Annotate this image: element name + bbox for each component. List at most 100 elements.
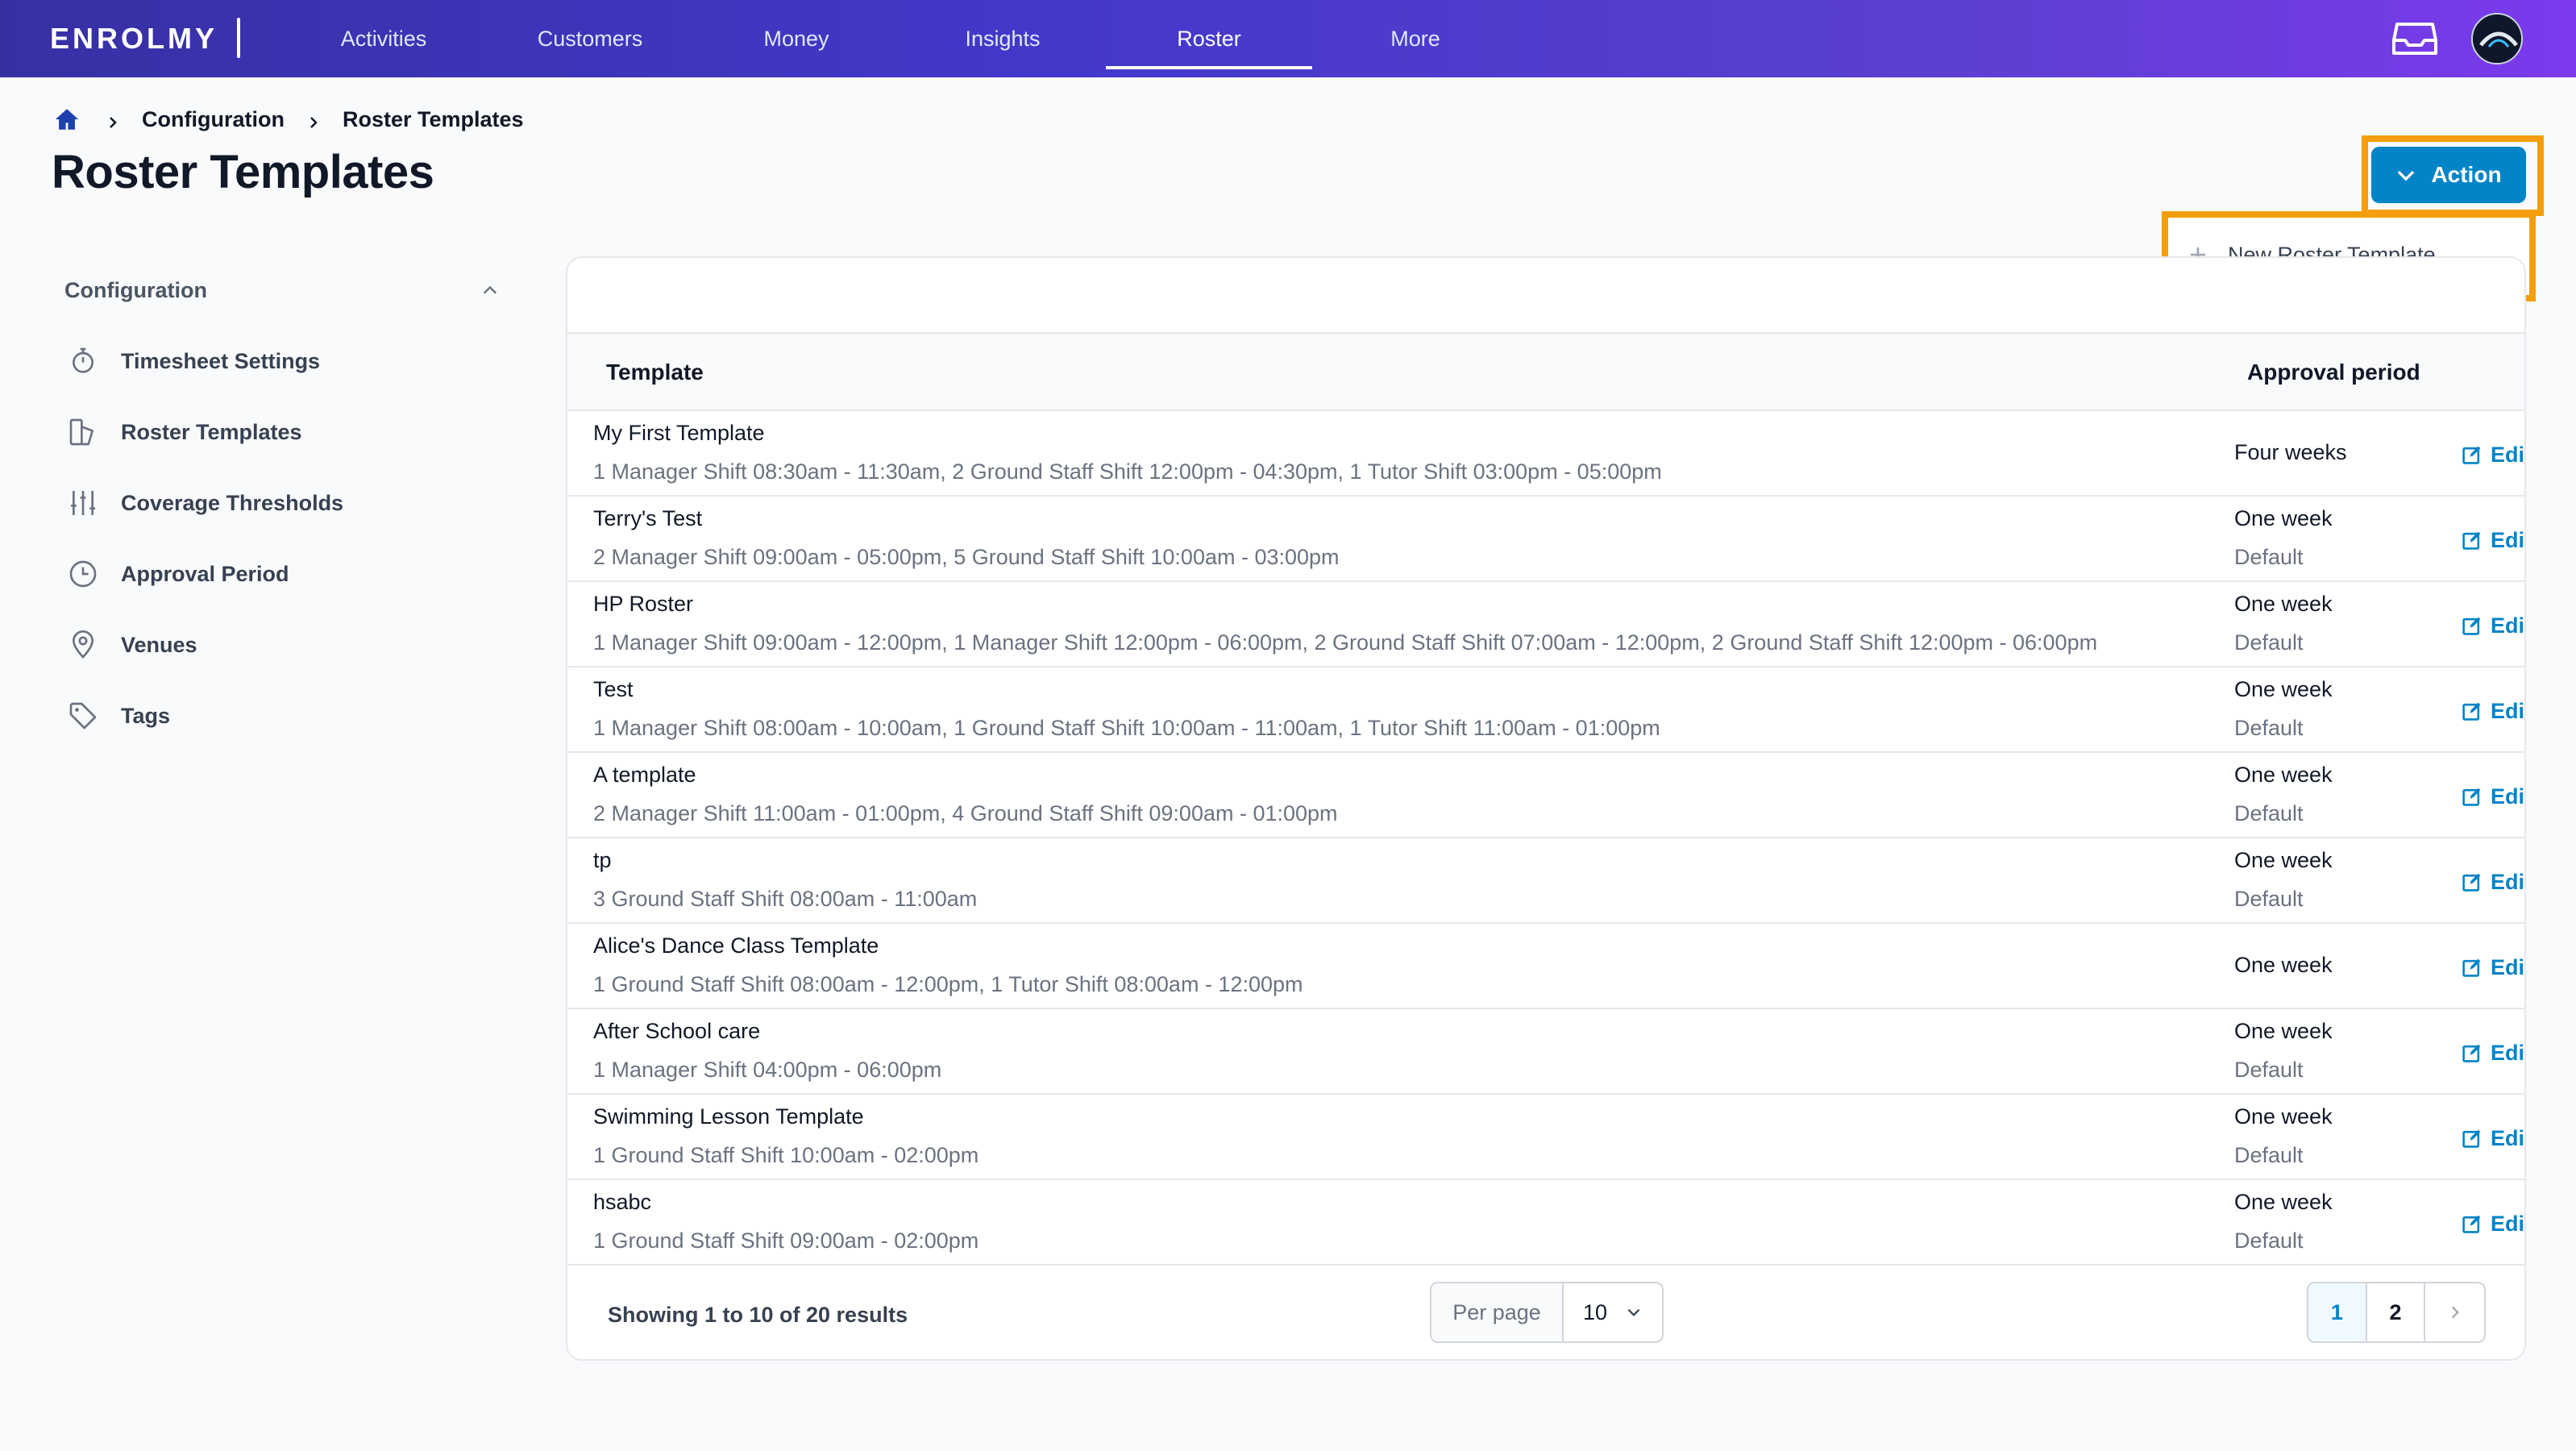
approval-period: One week [2234,1104,2333,1129]
nav-more[interactable]: More [1312,0,1519,77]
edit-label: Edi [2491,869,2525,894]
nav-roster[interactable]: Roster [1106,0,1312,77]
template-shifts: 1 Ground Staff Shift 10:00am - 02:00pm [593,1143,979,1167]
breadcrumb-roster-templates[interactable]: Roster Templates [343,107,524,132]
edit-link[interactable]: Edi [2462,951,2524,983]
edit-icon [2462,1129,2481,1148]
edit-icon [2462,1215,2481,1233]
inbox-icon[interactable] [2392,21,2437,56]
chevron-right-icon [305,111,322,128]
template-name: Alice's Dance Class Template [593,933,879,958]
approval-period: One week [2234,848,2333,872]
edit-label: Edi [2491,442,2525,467]
template-shifts: 2 Manager Shift 11:00am - 01:00pm, 4 Gro… [593,801,1338,825]
page-1-button[interactable]: 1 [2308,1283,2367,1341]
template-name: Swimming Lesson Template [593,1104,864,1129]
edit-label: Edi [2491,954,2525,979]
template-shifts: 3 Ground Staff Shift 08:00am - 11:00am [593,887,978,911]
table-row: Alice's Dance Class Template 1 Ground St… [567,924,2524,1009]
edit-link[interactable]: Edi [2462,866,2524,898]
edit-icon [2462,788,2481,806]
sidebar-item-venues[interactable]: Venues [64,621,451,669]
approval-default: Default [2234,801,2304,825]
column-header-template[interactable]: Template [606,334,704,411]
approval-period: One week [2234,677,2333,701]
brand-logo[interactable]: ENROLMY [50,22,218,55]
edit-icon [2462,958,2481,977]
approval-default: Default [2234,545,2304,569]
nav-money[interactable]: Money [693,0,900,77]
table-row: Swimming Lesson Template 1 Ground Staff … [567,1095,2524,1180]
template-name: hsabc [593,1190,652,1214]
edit-link[interactable]: Edi [2462,439,2524,471]
sidebar-item-label: Approval Period [121,561,289,586]
template-name: After School care [593,1019,761,1043]
chevron-up-icon [483,285,497,294]
edit-label: Edi [2491,1125,2525,1150]
home-icon[interactable] [53,106,81,133]
edit-link[interactable]: Edi [2462,609,2524,642]
nav-activities[interactable]: Activities [280,0,487,77]
template-name: tp [593,848,612,872]
template-shifts: 1 Manager Shift 08:00am - 10:00am, 1 Gro… [593,716,1660,740]
avatar[interactable] [2471,13,2523,64]
nav-insights[interactable]: Insights [900,0,1106,77]
chevron-right-icon [105,111,121,128]
template-shifts: 1 Ground Staff Shift 09:00am - 02:00pm [593,1229,979,1253]
edit-link[interactable]: Edi [2462,695,2524,727]
table-row: HP Roster 1 Manager Shift 09:00am - 12:0… [567,582,2524,667]
template-name: Test [593,677,634,701]
edit-icon [2462,702,2481,721]
results-summary: Showing 1 to 10 of 20 results [608,1303,908,1327]
page-2-button[interactable]: 2 [2367,1283,2426,1341]
template-name: My First Template [593,421,765,445]
edit-link[interactable]: Edi [2462,524,2524,556]
table-header: Template Approval period [567,332,2524,411]
action-button-label: Action [2431,162,2502,187]
sidebar-item-timesheet-settings[interactable]: Timesheet Settings [64,337,451,385]
approval-period: One week [2234,1190,2333,1214]
next-page-button[interactable] [2425,1283,2484,1341]
per-page-control: Per page 10 [1430,1282,1664,1343]
action-button[interactable]: Action [2371,147,2526,203]
edit-icon [2462,1044,2481,1062]
column-header-approval-period[interactable]: Approval period [2247,334,2420,411]
sidebar-item-coverage-thresholds[interactable]: Coverage Thresholds [64,479,451,527]
table-row: Terry's Test 2 Manager Shift 09:00am - 0… [567,497,2524,582]
approval-period: One week [2234,592,2333,616]
template-name: Terry's Test [593,506,703,530]
template-shifts: 2 Manager Shift 09:00am - 05:00pm, 5 Gro… [593,545,1340,569]
template-shifts: 1 Manager Shift 09:00am - 12:00pm, 1 Man… [593,630,2098,655]
template-shifts: 1 Manager Shift 08:30am - 11:30am, 2 Gro… [593,459,1662,484]
approval-default: Default [2234,716,2304,740]
edit-link[interactable]: Edi [2462,1122,2524,1154]
edit-label: Edi [2491,527,2525,552]
edit-link[interactable]: Edi [2462,780,2524,813]
pagination: 1 2 [2307,1282,2486,1343]
approval-default: Default [2234,630,2304,655]
sidebar-item-roster-templates[interactable]: Roster Templates [64,408,451,456]
sliders-icon [64,484,102,522]
edit-icon [2462,873,2481,892]
sidebar-section-configuration[interactable]: Configuration [64,274,500,306]
table-row: My First Template 1 Manager Shift 08:30a… [567,411,2524,497]
template-icon [64,414,102,451]
page-title: Roster Templates [52,146,434,198]
edit-icon [2462,446,2481,464]
edit-label: Edi [2491,1040,2525,1065]
approval-period: One week [2234,506,2333,530]
map-pin-icon [64,626,102,663]
nav-customers[interactable]: Customers [487,0,693,77]
sidebar-item-approval-period[interactable]: Approval Period [64,550,451,598]
per-page-select[interactable]: 10 [1564,1283,1662,1341]
edit-link[interactable]: Edi [2462,1208,2524,1240]
approval-period: One week [2234,763,2333,787]
edit-label: Edi [2491,613,2525,638]
edit-link[interactable]: Edi [2462,1037,2524,1069]
chevron-right-icon [2451,1306,2459,1319]
table-row: A template 2 Manager Shift 11:00am - 01:… [567,753,2524,838]
sidebar-item-tags[interactable]: Tags [64,692,451,740]
top-nav: ENROLMY Activities Customers Money Insig… [0,0,2576,77]
breadcrumb-configuration[interactable]: Configuration [142,107,285,132]
clock-icon [64,555,102,592]
